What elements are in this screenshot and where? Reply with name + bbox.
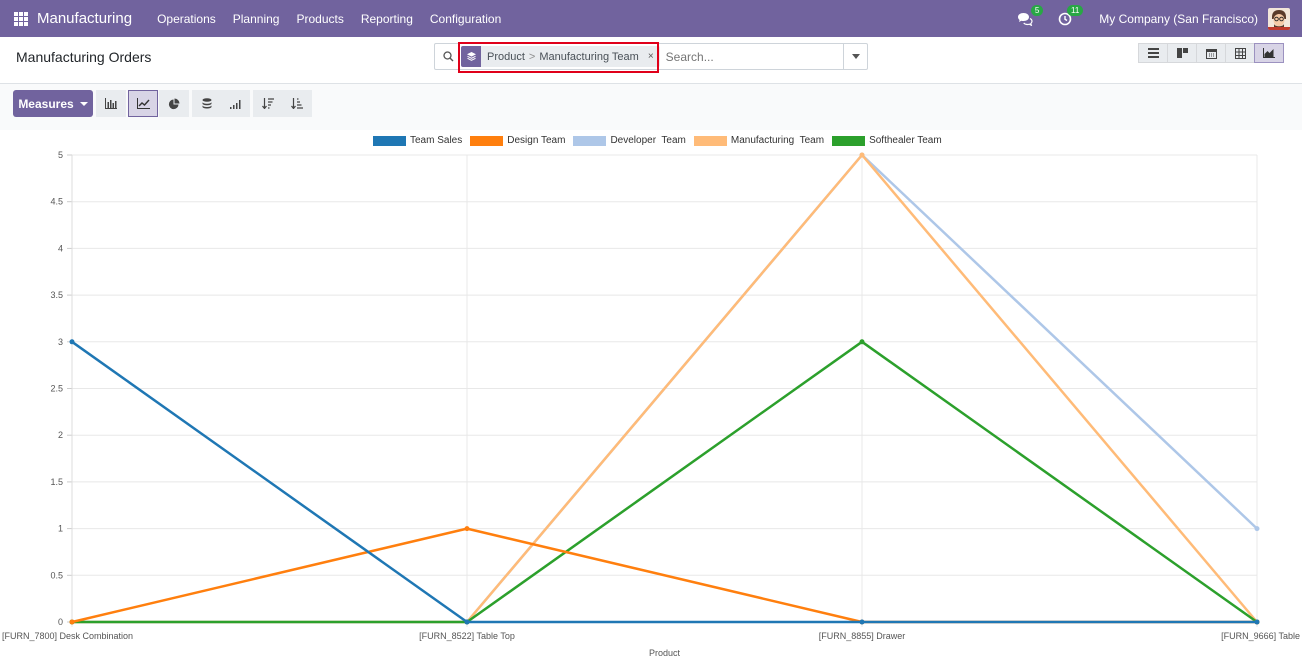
x-tick-label: [FURN_7800] Desk Combination: [2, 631, 133, 641]
company-switcher[interactable]: My Company (San Francisco): [1099, 12, 1258, 26]
kanban-view-icon[interactable]: [1167, 43, 1197, 63]
menu-planning[interactable]: Planning: [233, 12, 280, 26]
messages-badge: 5: [1030, 4, 1044, 16]
cumulative-icon[interactable]: [220, 90, 250, 117]
activities-icon[interactable]: 11: [1055, 4, 1084, 29]
view-switcher: [1138, 43, 1284, 63]
data-point: [859, 339, 865, 345]
bar-chart-icon[interactable]: [96, 90, 126, 117]
list-view-icon[interactable]: [1138, 43, 1168, 63]
caret-down-icon: [79, 101, 88, 106]
y-tick-label: 0: [58, 617, 63, 627]
y-tick-label: 2.5: [50, 384, 63, 394]
measures-label: Measures: [18, 96, 74, 111]
data-point: [69, 339, 75, 345]
pie-chart-icon[interactable]: [159, 90, 189, 117]
page-title: Manufacturing Orders: [16, 49, 152, 65]
menu-reporting[interactable]: Reporting: [361, 12, 413, 26]
x-axis-label: Product: [649, 648, 681, 658]
y-tick-label: 5: [58, 150, 63, 160]
search-options-toggle[interactable]: [843, 44, 867, 69]
top-navbar: Manufacturing Operations Planning Produc…: [0, 0, 1302, 37]
data-point: [859, 619, 865, 625]
messages-icon[interactable]: 5: [1015, 4, 1044, 29]
y-tick-label: 1.5: [50, 477, 63, 487]
data-point: [1254, 619, 1260, 625]
line-chart-icon[interactable]: [128, 90, 158, 117]
data-point: [464, 619, 470, 625]
graph-view-icon[interactable]: [1254, 43, 1284, 63]
data-point: [464, 526, 470, 532]
line-chart-svg: 0 0.5 1 1.5 2 2.5 3 3.5 4 4.5 5 [FURN_7800] Desk Co…: [2, 150, 1300, 658]
x-tick-label: [FURN_9666] Table: [1221, 631, 1300, 641]
y-tick-label: 3: [58, 337, 63, 347]
data-point: [69, 619, 75, 625]
apps-menu-icon[interactable]: [14, 11, 28, 26]
y-tick-label: 1: [58, 524, 63, 534]
data-point: [1254, 526, 1260, 532]
search-input[interactable]: [665, 49, 836, 64]
sort-ascending-icon[interactable]: [282, 90, 312, 117]
y-tick-label: 4: [58, 243, 63, 253]
y-tick-label: 4.5: [50, 197, 63, 207]
graph-chart: Team Sales Design Team Developer Team Manuf…: [0, 130, 1302, 664]
x-tick-label: [FURN_8522] Table Top: [419, 631, 515, 641]
y-tick-label: 0.5: [50, 570, 63, 580]
stacked-icon[interactable]: [192, 90, 222, 117]
activities-badge: 11: [1066, 4, 1084, 16]
measures-button[interactable]: Measures: [13, 90, 93, 117]
x-tick-label: [FURN_8855] Drawer: [819, 631, 906, 641]
sort-descending-icon[interactable]: [253, 90, 283, 117]
graph-toolbar: Measures: [0, 84, 1302, 130]
menu-products[interactable]: Products: [296, 12, 343, 26]
menu-configuration[interactable]: Configuration: [430, 12, 501, 26]
y-tick-label: 2: [58, 430, 63, 440]
pivot-view-icon[interactable]: [1225, 43, 1255, 63]
user-avatar[interactable]: [1268, 7, 1290, 30]
y-tick-label: 3.5: [50, 290, 63, 300]
app-name[interactable]: Manufacturing: [37, 10, 132, 27]
data-point: [859, 152, 865, 158]
menu-operations[interactable]: Operations: [157, 12, 216, 26]
calendar-view-icon[interactable]: [1196, 43, 1226, 63]
facet-highlight: [458, 42, 659, 73]
